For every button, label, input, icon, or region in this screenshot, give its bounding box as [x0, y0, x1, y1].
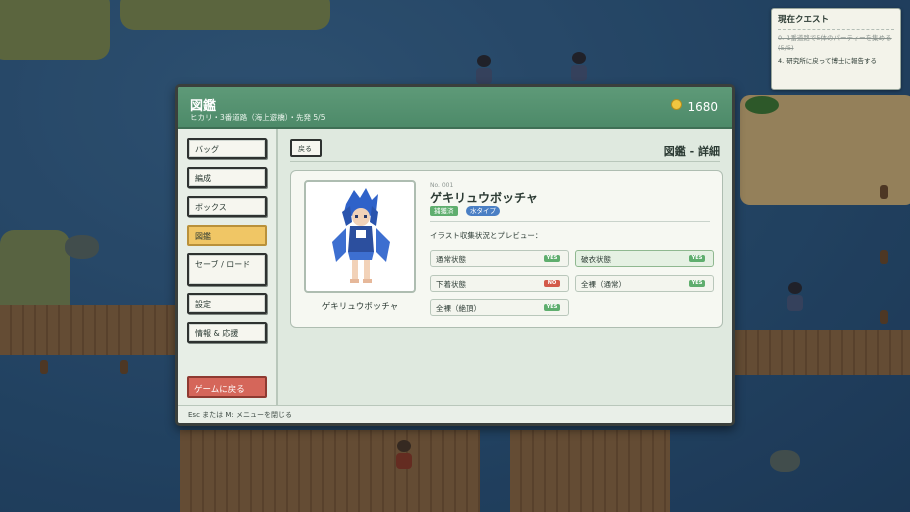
menu-item-party[interactable]: 編成 [187, 167, 267, 188]
menu-item-save-load[interactable]: セーブ / ロード [187, 253, 267, 286]
state-label: 全裸（通常） [581, 280, 626, 289]
back-button[interactable]: 戻る [290, 139, 322, 157]
monster-sprite-icon [332, 188, 390, 283]
monster-detail-card: ゲキリュウボッチャ No. 001 ゲキリュウボッチャ 捕獲済 水タイプ イラス… [290, 170, 723, 328]
quest-item-active: 4. 研究所に戻って博士に報告する [778, 57, 877, 65]
menu-item-box[interactable]: ボックス [187, 196, 267, 217]
back-to-game-button[interactable]: ゲームに戻る [187, 376, 267, 398]
divider [290, 161, 720, 162]
menu-item-settings[interactable]: 設定 [187, 293, 267, 314]
status-badge: YES [689, 255, 705, 262]
menu-item-info-support[interactable]: 情報 & 応援 [187, 322, 267, 343]
content-title: 図鑑 - 詳細 [663, 145, 720, 158]
card-divider [430, 221, 710, 222]
money-display: 1680 [671, 99, 718, 114]
state-label: 破衣状態 [581, 255, 611, 264]
captured-tag: 捕獲済 [430, 206, 458, 216]
monster-name: ゲキリュウボッチャ [430, 191, 538, 205]
state-nude-normal[interactable]: 全裸（通常） YES [575, 275, 714, 292]
current-quest-panel: 現在クエスト 0. 1番道路で5体のパーティーを集める (5/5) 4. 研究所… [771, 8, 901, 90]
money-amount: 1680 [687, 100, 718, 114]
menu-sidebar: バッグ 編成 ボックス 図鑑 セーブ / ロード 設定 情報 & 応援 ゲームに… [178, 129, 278, 405]
monster-number: No. 001 [430, 182, 454, 189]
state-nude-climax[interactable]: 全裸（絶頂） YES [430, 299, 569, 316]
monster-portrait[interactable] [304, 180, 416, 293]
window-subtitle: ヒカリ・3番道路（海上遊橋）・先発 5/5 [190, 113, 326, 122]
status-badge: YES [544, 304, 560, 311]
quest-title: 現在クエスト [778, 13, 894, 30]
portrait-caption: ゲキリュウボッチャ [321, 302, 399, 312]
status-badge: YES [689, 280, 705, 287]
state-label: 通常状態 [436, 255, 466, 264]
status-badge: NO [544, 280, 560, 287]
menu-item-pokedex[interactable]: 図鑑 [187, 225, 267, 246]
menu-window: 図鑑 ヒカリ・3番道路（海上遊橋）・先発 5/5 1680 バッグ 編成 ボック… [175, 84, 735, 426]
illustration-section-title: イラスト収集状況とプレビュー： [430, 231, 543, 240]
state-underwear[interactable]: 下着状態 NO [430, 275, 569, 292]
type-tag: 水タイプ [466, 206, 500, 216]
menu-item-bag[interactable]: バッグ [187, 138, 267, 159]
status-badge: YES [544, 255, 560, 262]
state-torn[interactable]: 破衣状態 YES [575, 250, 714, 267]
state-label: 全裸（絶頂） [436, 304, 481, 313]
state-normal[interactable]: 通常状態 YES [430, 250, 569, 267]
pokedex-detail-panel: 戻る 図鑑 - 詳細 ゲキリュウボッチャ No. 001 ゲキリュウボッチャ 捕… [278, 129, 732, 405]
coin-icon [671, 99, 683, 110]
quest-item-completed: 0. 1番道路で5体のパーティーを集める (5/5) [778, 34, 892, 52]
state-label: 下着状態 [436, 280, 466, 289]
footer-hint: Esc または M: メニューを閉じる [178, 405, 732, 423]
window-header: 図鑑 ヒカリ・3番道路（海上遊橋）・先発 5/5 1680 [178, 87, 732, 129]
